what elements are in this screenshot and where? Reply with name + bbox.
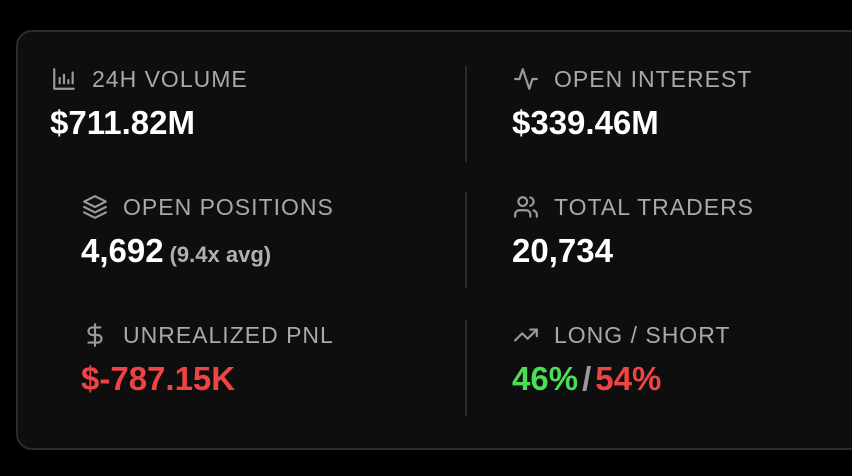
stat-label: OPEN INTEREST <box>554 65 753 92</box>
stat-value: 46%/54% <box>512 360 730 398</box>
stat-label: 24H VOLUME <box>92 65 248 92</box>
users-icon <box>512 193 540 221</box>
stat-label: UNREALIZED PNL <box>123 321 334 348</box>
stat-label: TOTAL TRADERS <box>554 193 755 220</box>
divider <box>465 66 467 162</box>
stat-long-short: LONG / SHORT 46%/54% <box>512 320 730 398</box>
stat-value: $339.46M <box>512 104 659 141</box>
stat-value: 4,692 (9.4x avg) <box>81 232 334 270</box>
open-positions-count: 4,692 <box>81 232 164 269</box>
stat-value: $-787.15K <box>81 360 236 397</box>
stat-label: LONG / SHORT <box>554 321 731 348</box>
stat-total-traders: TOTAL TRADERS 20,734 <box>512 192 754 270</box>
long-percent: 46% <box>512 360 579 397</box>
long-short-separator: / <box>582 360 592 397</box>
layers-icon <box>81 193 109 221</box>
activity-icon <box>512 65 540 93</box>
stat-24h-volume: 24H VOLUME $711.82M <box>50 64 248 142</box>
short-percent: 54% <box>595 360 662 397</box>
open-positions-avg: (9.4x avg) <box>169 242 272 267</box>
stat-unrealized-pnl: UNREALIZED PNL $-787.15K <box>81 320 334 398</box>
divider <box>465 192 467 288</box>
bar-chart-icon <box>50 65 78 93</box>
stat-open-positions: OPEN POSITIONS 4,692 (9.4x avg) <box>81 192 334 270</box>
stat-label: OPEN POSITIONS <box>123 193 334 220</box>
trending-up-icon <box>512 321 540 349</box>
stat-value: $711.82M <box>50 104 195 141</box>
dollar-icon <box>81 321 109 349</box>
divider <box>465 320 467 416</box>
stat-value: 20,734 <box>512 232 613 269</box>
stat-open-interest: OPEN INTEREST $339.46M <box>512 64 752 142</box>
